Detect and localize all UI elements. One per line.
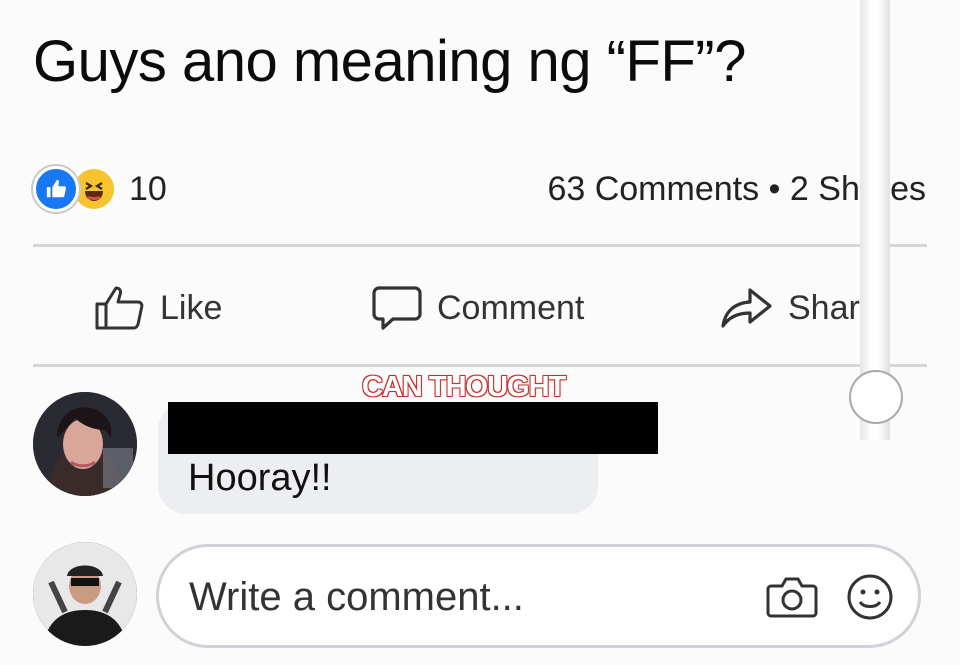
current-user-avatar[interactable] (33, 542, 137, 646)
comment-input-placeholder[interactable]: Write a comment... (189, 575, 524, 620)
post-text: Guys ano meaning ng “FF”? (33, 29, 746, 94)
redacted-author-name (168, 402, 658, 454)
like-reaction-icon (33, 166, 79, 212)
comments-count-link[interactable]: 63 Comments (547, 170, 759, 208)
divider (33, 244, 927, 247)
comment-button[interactable]: Comment (371, 282, 584, 334)
share-button[interactable]: Share (720, 282, 879, 334)
camera-icon[interactable] (766, 574, 818, 620)
like-button[interactable]: Like (94, 282, 222, 334)
share-arrow-icon (721, 288, 772, 328)
scrollbar-thumb[interactable] (849, 370, 903, 424)
comment-label: Comment (437, 288, 585, 327)
comment-icon (372, 286, 422, 330)
stats-separator: • (768, 170, 781, 208)
watermark-text: CAN THOUGHT (362, 371, 566, 403)
shares-count-link[interactable]: 2 Shares (790, 170, 926, 208)
reaction-count: 10 (129, 169, 167, 208)
commenter-avatar[interactable] (33, 392, 137, 496)
divider (33, 364, 927, 367)
comment-text: Hooray!! (188, 457, 332, 499)
emoji-icon[interactable] (845, 572, 895, 622)
like-label: Like (160, 288, 223, 327)
reactions-summary[interactable]: 10 (33, 166, 167, 212)
thumbs-up-icon (95, 286, 144, 330)
